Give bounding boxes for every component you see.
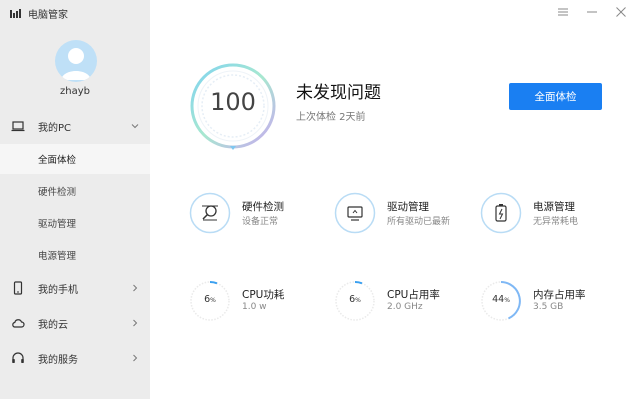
metric-detail: 3.5 GB: [533, 302, 564, 312]
menu-icon[interactable]: [555, 4, 571, 20]
minimize-icon[interactable]: [584, 4, 600, 20]
metric-name: 内存占用率: [533, 289, 586, 301]
metric-value: 6%: [204, 294, 216, 305]
feature-status: 无异常耗电: [533, 217, 579, 227]
metric-cpu-usage: 6% CPU占用率 2.0 GHz: [334, 280, 484, 328]
chevron-right-icon: [133, 319, 138, 327]
metric-value: 6%: [349, 294, 361, 305]
feature-name: 电源管理: [533, 201, 575, 213]
health-score-value: 100: [210, 88, 256, 116]
headset-icon: [12, 352, 24, 363]
close-icon[interactable]: [613, 4, 629, 20]
metric-name: CPU占用率: [387, 289, 440, 301]
chevron-right-icon: [133, 354, 138, 362]
app-title-bar: 电脑管家: [10, 5, 68, 21]
chevron-right-icon: [133, 284, 138, 292]
last-check-time: 上次体检 2天前: [296, 112, 366, 123]
cloud-icon: [12, 319, 25, 328]
user-avatar-icon: [61, 48, 91, 80]
feature-status: 设备正常: [242, 217, 279, 227]
app-title: 电脑管家: [28, 9, 68, 21]
sidebar: 电脑管家 zhayb 我的PC 全面体检 硬件检测 驱动管理 电源管理 我的手机: [0, 0, 150, 399]
feature-status: 所有驱动已最新: [387, 217, 451, 227]
metric-cpu-power: 6% CPU功耗 1.0 w: [189, 280, 339, 328]
full-checkup-button[interactable]: 全面体检: [509, 83, 602, 110]
metric-memory-usage: 44% 内存占用率 3.5 GB: [480, 280, 630, 328]
chevron-down-icon: [131, 124, 139, 129]
status-title: 未发现问题: [296, 83, 381, 103]
avatar[interactable]: [55, 40, 97, 82]
sidebar-item-label: 我的手机: [38, 284, 78, 296]
sidebar-subitem-driver-management[interactable]: 驱动管理: [0, 208, 150, 238]
sidebar-subitem-full-checkup[interactable]: 全面体检: [0, 144, 150, 174]
username: zhayb: [60, 86, 90, 97]
phone-icon: [13, 281, 23, 295]
app-logo-icon: [10, 8, 21, 18]
hardware-search-icon: [189, 192, 231, 234]
sidebar-item-label: 我的服务: [38, 354, 78, 366]
feature-hardware-check[interactable]: 硬件检测 设备正常: [189, 192, 339, 240]
sidebar-item-label: 我的云: [38, 319, 68, 331]
feature-name: 硬件检测: [242, 201, 284, 213]
metric-name: CPU功耗: [242, 289, 285, 301]
feature-power-management[interactable]: 电源管理 无异常耗电: [480, 192, 630, 240]
sidebar-item-my-pc[interactable]: 我的PC: [0, 111, 150, 141]
laptop-icon: [11, 121, 25, 132]
feature-driver-management[interactable]: 驱动管理 所有驱动已最新: [334, 192, 484, 240]
metric-detail: 2.0 GHz: [387, 302, 423, 312]
battery-icon: [480, 192, 522, 234]
sidebar-subitem-hardware-check[interactable]: 硬件检测: [0, 176, 150, 206]
metric-value: 44%: [492, 294, 510, 305]
sidebar-item-my-cloud[interactable]: 我的云: [0, 308, 150, 338]
sidebar-item-my-phone[interactable]: 我的手机: [0, 273, 150, 303]
metric-detail: 1.0 w: [242, 302, 267, 312]
driver-icon: [334, 192, 376, 234]
feature-name: 驱动管理: [387, 201, 429, 213]
sidebar-item-my-service[interactable]: 我的服务: [0, 343, 150, 373]
sidebar-subitem-power-management[interactable]: 电源管理: [0, 240, 150, 270]
sidebar-item-label: 我的PC: [38, 122, 72, 134]
